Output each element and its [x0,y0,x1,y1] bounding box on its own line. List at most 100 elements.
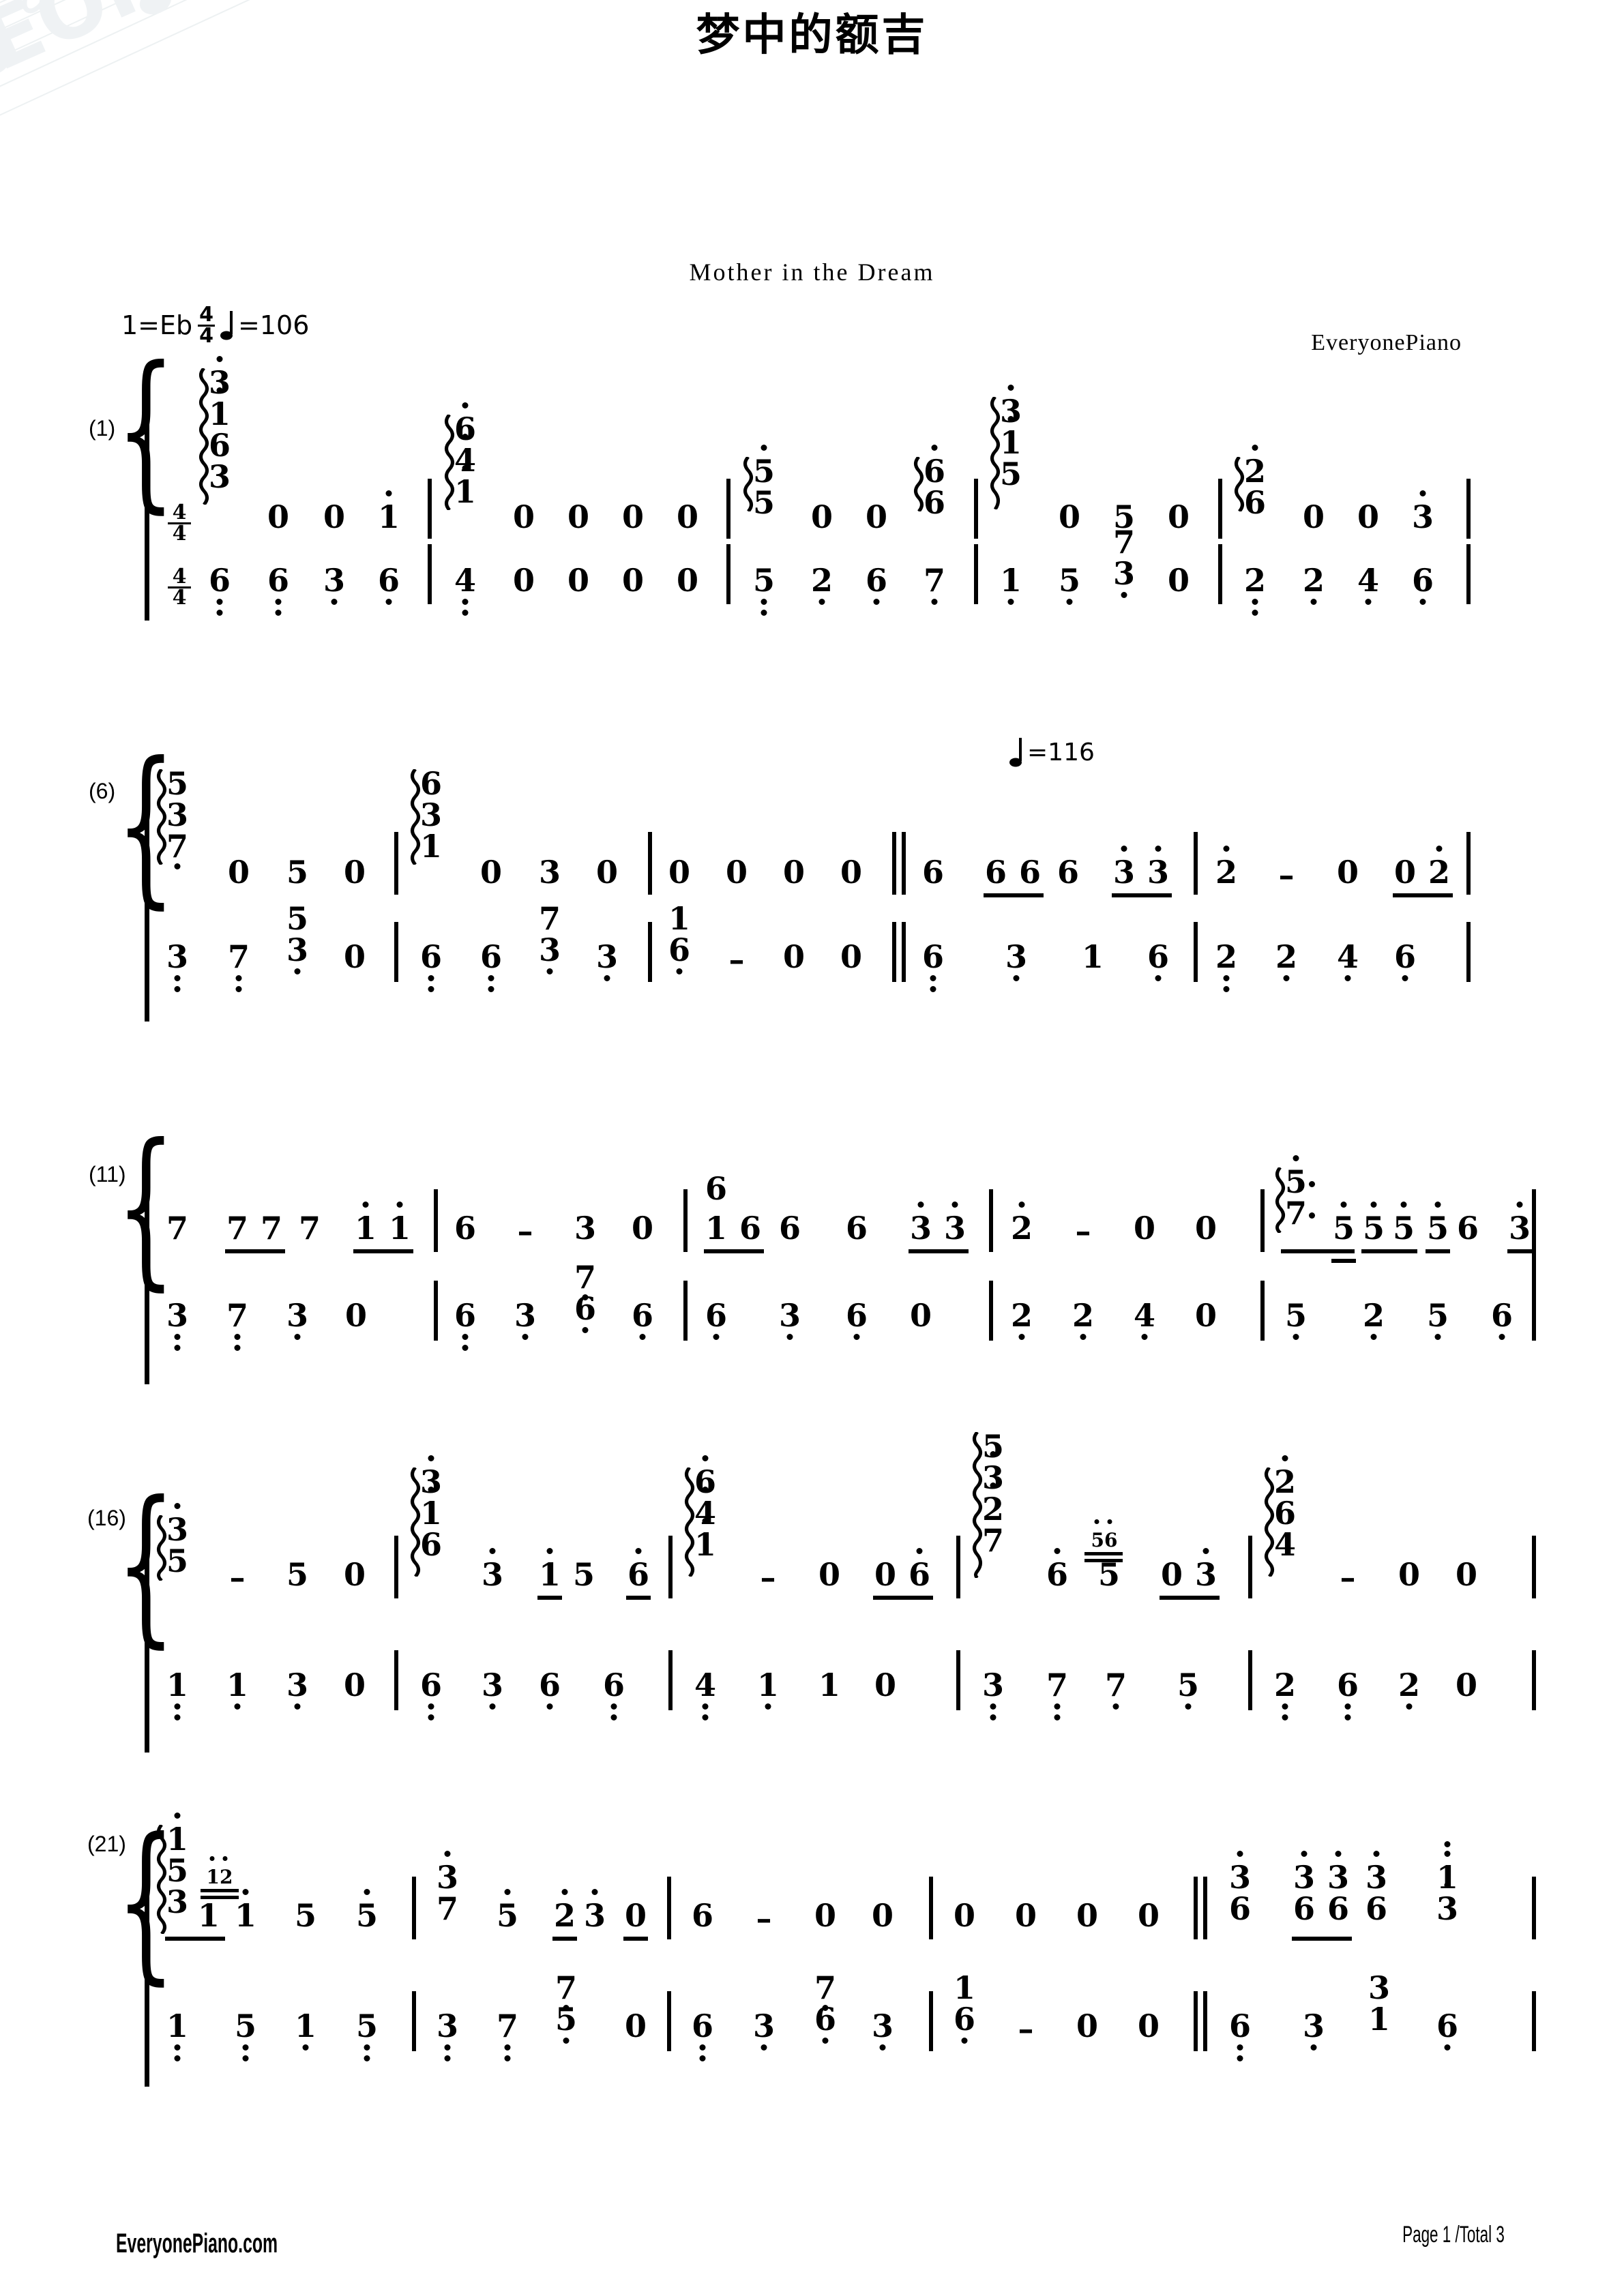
barline [1218,479,1222,539]
rh-note: 5 [1390,1202,1417,1244]
rh-note-extension: – [1340,1559,1356,1596]
rh-note: 6 [1018,854,1041,891]
lh-note: 1 [997,565,1024,605]
lh-note: 6 [1391,941,1419,981]
rh-note: 2 [1213,846,1240,888]
barline [412,1877,416,1939]
rh-note: 6 [1044,1548,1071,1590]
lh-note: 0 [840,938,862,975]
barline [929,1877,933,1939]
footer-page-number: Page 1 /Total 3 [1402,2222,1505,2248]
barline [989,1281,993,1341]
lh-note: 6 [417,1669,445,1720]
rh-note: 5 [1097,1556,1120,1593]
rh-note: 0 [1357,498,1379,535]
rh-note: 3 [907,1202,934,1244]
lh-note: 1 [1081,938,1104,975]
barline [412,1991,416,2051]
barline [668,1536,673,1598]
barline [956,1650,960,1710]
grace-beam [201,1889,239,1892]
grace-beam [1084,1552,1123,1555]
system-5: (21) { 1 5 3 12 1 1 5 5 3 7 5 2 3 0 6 – … [87,1813,1536,2100]
rh-note: 0 [1455,1556,1477,1593]
lh-note: 6 [1145,941,1172,981]
double-barline [902,922,906,982]
system-1: (1) { 44 3 1 6 3 0 0 1 6 4 1 0 0 0 0 5 5… [89,344,1535,655]
lh-note: 4 [1131,1300,1158,1340]
lh-note: 2 [1300,565,1327,605]
double-barline [1203,1877,1207,1939]
lh-note: 3 [750,2010,778,2051]
lh-note: 7 [494,2010,521,2061]
rh-note: 0 [479,854,502,891]
rh-note: 6 [1456,1210,1479,1247]
rh-note: 7 [166,1210,188,1247]
rh-note: 3 [1192,1548,1220,1590]
rh-chord: 1 3 [1434,1841,1461,1924]
system-start-barline [145,796,149,1022]
lh-note: 0 [1455,1667,1477,1703]
quarter-note-icon [1009,736,1027,768]
lh-chord: 7 6 [572,1262,599,1333]
barline [1532,1877,1536,1939]
lh-note: 2 [1271,1669,1299,1720]
lh-note: 0 [676,562,698,599]
system-4: (16) { 3 5 – 5 0 3 1 6 3 1 5 6 6 4 1 – 0… [87,1431,1536,1759]
barline [648,832,652,895]
tempo-value: =106 [238,310,310,341]
rh-note: 0 [512,498,535,535]
rh-note: 6 [625,1548,652,1590]
rh-chord: 3 6 [1363,1851,1390,1924]
rh-note: 0 [1133,1210,1155,1247]
barline [1532,1650,1536,1710]
lh-note: 3 [512,1300,539,1340]
rh-note: 5 [1424,1202,1451,1244]
lh-chord: 7 6 [812,1972,839,2044]
lh-note: 4 [1334,941,1361,981]
rh-note: 1 [536,1548,563,1590]
barline [394,832,398,895]
lh-note: 0 [343,1667,366,1703]
page-title: 梦中的额吉 [696,10,928,61]
lh-note: 6 [1226,2010,1254,2061]
lh-note: 1 [164,2010,191,2061]
lh-note: 3 [284,1669,311,1710]
rh-chord: 1 5 3 [164,1813,191,1918]
rh-note: 0 [871,1897,894,1934]
lh-note: 1 [292,2010,319,2051]
double-barline [892,922,896,982]
lh-note: 0 [343,938,366,975]
rh-note: 0 [624,1897,647,1934]
lh-note: 3 [479,1669,506,1710]
rh-note: 0 [725,854,748,891]
tempo-change-marking: =116 [1009,736,1095,768]
lh-note: 5 [750,565,778,616]
rh-note: 1 [705,1210,727,1247]
footer-site[interactable]: EveryonePiano.com [116,2228,278,2259]
rh-note: 3 [581,1889,608,1931]
lh-note: 6 [703,1300,730,1340]
barline [1194,922,1198,982]
measure-number-1: (1) [89,416,116,441]
rh-time-signature: 44 [168,503,191,543]
lh-note: 6 [629,1300,656,1340]
lh-note: 4 [452,565,479,616]
rh-note: 3 [1409,490,1436,533]
eighth-beam [552,1937,577,1941]
rh-note: 6 [845,1210,868,1247]
rh-note: 6 [921,854,944,891]
grace-notes: 56 [1083,1519,1125,1551]
lh-note: 3 [434,2010,461,2061]
lh-note: 2 [1360,1300,1387,1340]
rh-note: 0 [1137,1897,1160,1934]
rh-note: 7 [226,1210,248,1247]
barline [1532,1536,1536,1598]
rh-chord: 3 5 [164,1503,191,1577]
lh-note: 0 [624,2008,647,2044]
rh-note: 0 [1393,854,1416,891]
lh-note: 2 [1273,941,1300,981]
measure-number-6: (6) [89,779,116,803]
eighth-beam [626,1596,651,1600]
grace-notes: 12 [198,1856,241,1888]
